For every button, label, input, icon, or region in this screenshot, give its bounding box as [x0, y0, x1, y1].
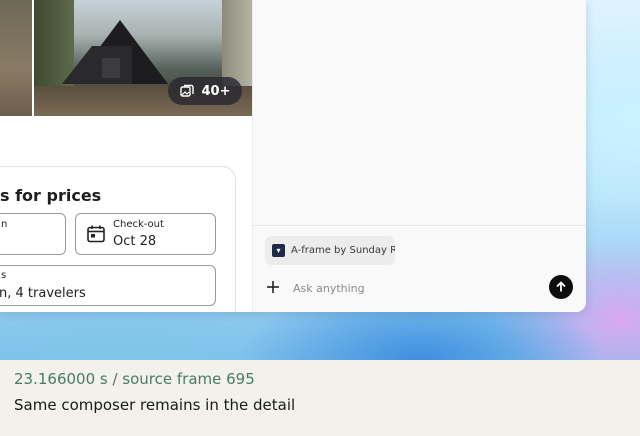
guests-field[interactable]: s n, 4 travelers: [0, 265, 216, 306]
caption-description: Same composer remains in the detail: [14, 396, 296, 414]
guests-value: n, 4 travelers: [0, 286, 86, 301]
checkout-field[interactable]: Check-out Oct 28: [75, 213, 216, 255]
arrow-up-icon: [556, 281, 566, 292]
checkout-date: Oct 28: [113, 234, 157, 249]
ask-input[interactable]: [293, 278, 533, 298]
assistant-sidebar: ▾ A-frame by Sunday Ri: [252, 0, 586, 312]
listing-page: 40+ s for prices n Check-out Oct 28 s n,…: [0, 0, 252, 312]
composer-divider: [253, 225, 586, 226]
context-chip-label: A-frame by Sunday Ri: [291, 245, 395, 256]
site-favicon-icon: ▾: [272, 244, 285, 257]
listing-photo-1[interactable]: [0, 0, 32, 116]
caption-timestamp: 23.166000 s / source frame 695: [14, 370, 255, 388]
checkin-label: n: [1, 219, 8, 230]
add-attachment-button[interactable]: [265, 279, 281, 295]
calendar-icon: [87, 225, 105, 243]
photo-count-label: 40+: [201, 83, 231, 99]
checkout-label: Check-out: [113, 219, 164, 230]
page-context-chip[interactable]: ▾ A-frame by Sunday Ri: [265, 236, 395, 265]
booking-title: s for prices: [0, 186, 102, 205]
send-button[interactable]: [549, 275, 573, 299]
gallery-icon: [179, 84, 194, 97]
plus-icon: [267, 281, 279, 293]
cabin-illustration: [62, 20, 168, 84]
browser-window: 40+ s for prices n Check-out Oct 28 s n,…: [0, 0, 586, 312]
checkin-field[interactable]: n: [0, 213, 66, 255]
show-all-photos-button[interactable]: 40+: [168, 77, 242, 105]
guests-label: s: [1, 270, 7, 281]
